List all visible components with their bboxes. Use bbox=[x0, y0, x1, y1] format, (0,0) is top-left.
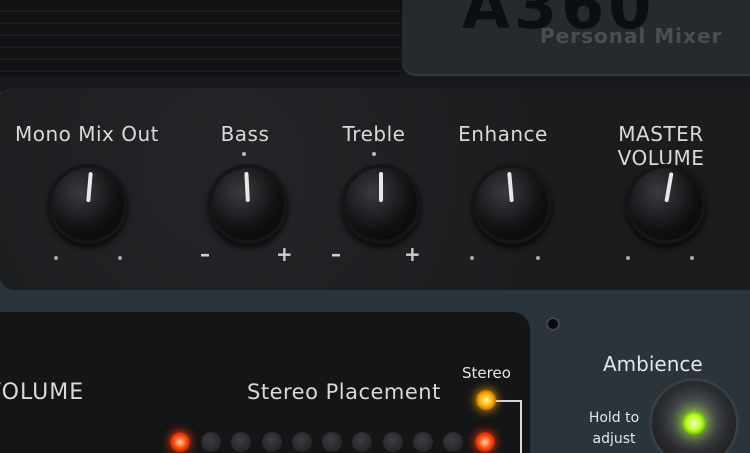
placement-led bbox=[262, 432, 282, 452]
scale-dot bbox=[690, 256, 694, 260]
hold-to-adjust-label: Hold to adjust bbox=[588, 410, 640, 447]
placement-led bbox=[413, 432, 433, 452]
knob-block-treble: Treble – + bbox=[299, 88, 449, 290]
model-subtitle: Personal Mixer bbox=[540, 24, 723, 48]
mixer-photo: A360 Personal Mixer Mono Mix Out Bass – … bbox=[0, 0, 750, 453]
stereo-bracket bbox=[494, 400, 522, 453]
heat-sink-rail bbox=[0, 0, 400, 76]
scale-dot bbox=[470, 256, 474, 260]
placement-led bbox=[322, 432, 342, 452]
plus-sign: + bbox=[404, 242, 421, 266]
ambience-label: Ambience bbox=[603, 352, 703, 376]
scale-dot bbox=[118, 256, 122, 260]
placement-led bbox=[231, 432, 251, 452]
knob-block-enhance: Enhance bbox=[428, 88, 578, 290]
knob-pointer bbox=[244, 171, 250, 203]
knob-label: Bass bbox=[220, 122, 270, 146]
treble-knob[interactable] bbox=[337, 160, 425, 248]
knob-block-master-volume: MASTER VOLUME bbox=[576, 88, 746, 290]
knob-block-mono-mix-out: Mono Mix Out bbox=[12, 88, 162, 290]
bass-knob[interactable] bbox=[204, 160, 292, 248]
knob-panel: Mono Mix Out Bass – + Treble – + Enhance… bbox=[0, 88, 750, 290]
volume-led bbox=[170, 432, 190, 452]
stereo-led bbox=[476, 390, 496, 410]
scale-dot bbox=[626, 256, 630, 260]
center-dot bbox=[242, 152, 246, 156]
volume-label: VOLUME bbox=[0, 380, 85, 405]
minus-sign: – bbox=[200, 242, 210, 266]
knob-pointer bbox=[507, 171, 514, 203]
placement-led bbox=[443, 432, 463, 452]
enhance-knob[interactable] bbox=[468, 160, 556, 248]
knob-pointer bbox=[86, 171, 93, 203]
knob-pointer bbox=[664, 172, 674, 203]
placement-led bbox=[383, 432, 403, 452]
knob-ridge bbox=[622, 160, 710, 248]
top-housing: A360 Personal Mixer bbox=[0, 0, 750, 92]
knob-label: Mono Mix Out bbox=[14, 122, 160, 146]
knob-block-bass: Bass – + bbox=[170, 88, 320, 290]
knob-label: MASTER VOLUME bbox=[617, 122, 705, 170]
ambience-led bbox=[682, 411, 706, 435]
minus-sign: – bbox=[331, 242, 341, 266]
placement-led bbox=[201, 432, 221, 452]
placement-led bbox=[292, 432, 312, 452]
model-badge: A360 Personal Mixer bbox=[402, 0, 750, 76]
scale-dot bbox=[54, 256, 58, 260]
knob-ridge bbox=[468, 160, 556, 248]
master-volume-knob[interactable] bbox=[622, 160, 710, 248]
knob-pointer bbox=[379, 172, 383, 202]
stereo-placement-label: Stereo Placement bbox=[247, 380, 441, 404]
center-dot bbox=[372, 152, 376, 156]
scale-dot bbox=[536, 256, 540, 260]
mono-mix-out-knob[interactable] bbox=[44, 160, 132, 248]
knob-label: Treble bbox=[342, 122, 406, 146]
knob-label: Enhance bbox=[458, 122, 548, 146]
panel-screw bbox=[548, 319, 558, 329]
placement-led-active bbox=[475, 432, 495, 452]
stereo-label: Stereo bbox=[462, 364, 511, 382]
placement-led bbox=[352, 432, 372, 452]
plus-sign: + bbox=[276, 242, 293, 266]
